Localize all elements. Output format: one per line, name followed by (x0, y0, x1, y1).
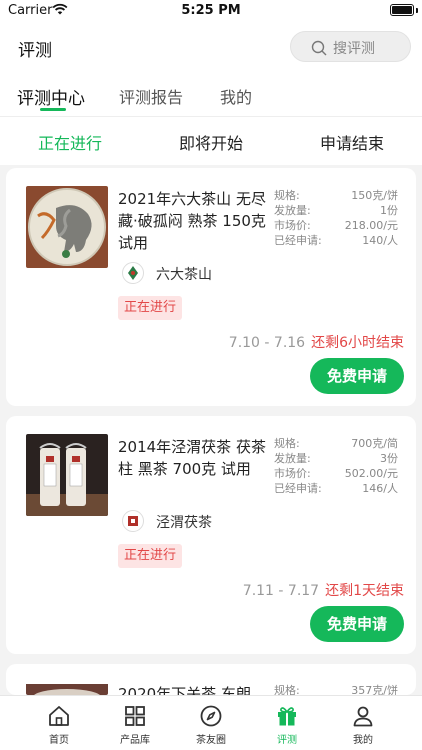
status-badge: 正在进行 (118, 544, 183, 568)
product-image (26, 186, 108, 268)
grid-icon (125, 706, 145, 726)
search-placeholder: 搜评测 (333, 41, 375, 57)
battery-icon (390, 4, 414, 16)
clock: 5:25 PM (181, 3, 241, 18)
status-badge: 正在进行 (118, 296, 183, 320)
tab-tea-circle[interactable]: 茶友圈 (173, 696, 249, 750)
list-item[interactable]: 2021年六大茶山 无尽藏·破孤闷 熟茶 150克 试用 六大茶山 正在进行 规… (6, 168, 416, 406)
tab-home[interactable]: 首页 (21, 696, 97, 750)
quantity-label: 发放量: (274, 204, 311, 217)
filter-upcoming[interactable]: 即将开始 (141, 130, 281, 154)
tab-label: 产品库 (120, 735, 150, 746)
dates: 7.10 - 7.16 (228, 335, 306, 351)
search-icon (311, 40, 327, 56)
product-title: 2020年下关茶 东朗 (118, 685, 251, 695)
user-icon (353, 706, 373, 727)
time-remaining: 还剩1天结束 (325, 583, 404, 599)
product-specs: 规格: 357克/饼 (274, 683, 398, 695)
compass-icon (200, 705, 222, 727)
quantity-value: 3份 (380, 452, 398, 465)
gift-icon (278, 707, 296, 726)
applied-label: 已经申请: (274, 482, 322, 495)
price-label: 市场价: (274, 219, 311, 232)
product-title: 2021年六大茶山 无尽藏·破孤闷 熟茶 150克 试用 (118, 190, 266, 252)
price-value: 218.00/元 (344, 219, 398, 232)
brand-name: 泾渭茯茶 (156, 515, 212, 531)
active-tab-indicator (40, 108, 66, 111)
tab-profile[interactable]: 我的 (325, 696, 401, 750)
spec-label: 规格: (274, 684, 300, 695)
spec-value: 700克/简 (351, 437, 398, 450)
search-input[interactable]: 搜评测 (290, 31, 411, 62)
price-value: 502.00/元 (344, 467, 398, 480)
status-filter-tabs: 正在进行 即将开始 申请结束 (0, 117, 422, 165)
filter-in-progress[interactable]: 正在进行 (0, 130, 140, 154)
brand-name: 六大茶山 (156, 267, 212, 283)
nav-bar: 评测 搜评测 (0, 24, 422, 68)
spec-label: 规格: (274, 437, 300, 450)
home-icon (49, 706, 69, 726)
tab-product-library[interactable]: 产品库 (97, 696, 173, 750)
dates: 7.11 - 7.17 (242, 583, 320, 599)
apply-button[interactable]: 免费申请 (310, 606, 404, 642)
tab-label: 茶友圈 (196, 735, 226, 746)
bottom-tab-bar: 首页 产品库 茶友圈 评测 我的 (0, 695, 422, 750)
time-remaining: 还剩6小时结束 (311, 335, 404, 351)
tab-mine[interactable]: 我的 (220, 84, 252, 108)
applied-value: 146/人 (362, 482, 398, 495)
list-item[interactable]: 2020年下关茶 东朗 规格: 357克/饼 (6, 664, 416, 695)
page-title: 评测 (18, 41, 52, 61)
brand-logo (122, 262, 144, 284)
tab-label: 首页 (49, 735, 69, 746)
date-range: 7.10 - 7.16 还剩6小时结束 (229, 332, 404, 352)
product-title: 2014年泾渭茯茶 茯茶柱 黑茶 700克 试用 (118, 438, 266, 478)
product-specs: 规格: 700克/简 发放量: 3份 市场价: 502.00/元 已经申请: 146/人 (274, 436, 398, 496)
product-image (26, 434, 108, 516)
quantity-label: 发放量: (274, 452, 311, 465)
tab-label: 评测 (277, 735, 297, 746)
applied-value: 140/人 (362, 234, 398, 247)
quantity-value: 1份 (380, 204, 398, 217)
spec-label: 规格: (274, 189, 300, 202)
top-tabs: 评测中心 评测报告 我的 (0, 78, 422, 112)
tab-review-center[interactable]: 评测中心 (17, 84, 85, 109)
status-bar: Carrier 5:25 PM (0, 0, 422, 24)
product-image (26, 682, 108, 695)
tab-review-reports[interactable]: 评测报告 (119, 84, 183, 108)
applied-label: 已经申请: (274, 234, 322, 247)
list-item[interactable]: 2014年泾渭茯茶 茯茶柱 黑茶 700克 试用 泾渭茯茶 正在进行 规格: 70… (6, 416, 416, 654)
spec-value: 357克/饼 (351, 684, 398, 695)
filter-ended[interactable]: 申请结束 (282, 130, 422, 154)
tab-label: 我的 (353, 735, 373, 746)
brand-logo (122, 510, 144, 532)
spec-value: 150克/饼 (351, 189, 398, 202)
product-specs: 规格: 150克/饼 发放量: 1份 市场价: 218.00/元 已经申请: 140/人 (274, 188, 398, 248)
price-label: 市场价: (274, 467, 311, 480)
tab-review[interactable]: 评测 (249, 696, 325, 750)
date-range: 7.11 - 7.17 还剩1天结束 (243, 580, 404, 600)
apply-button[interactable]: 免费申请 (310, 358, 404, 394)
